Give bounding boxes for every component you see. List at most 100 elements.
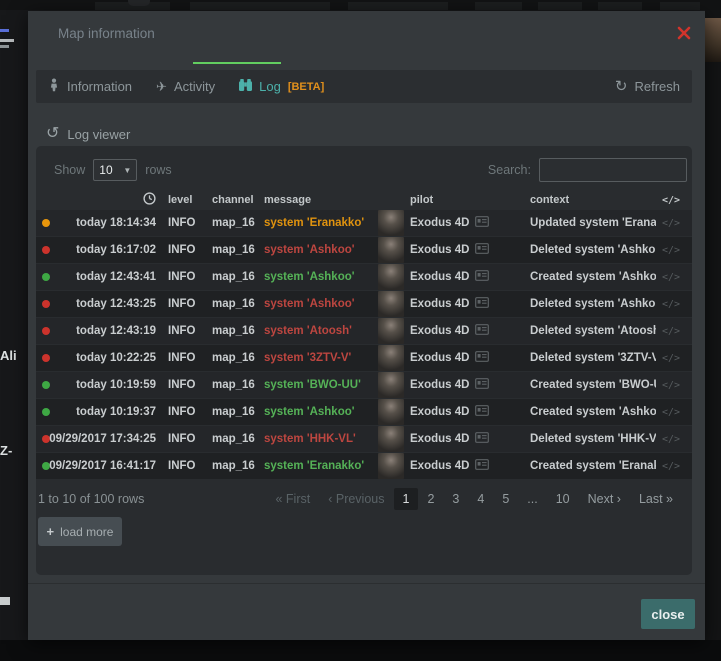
code-cell[interactable]: </> <box>656 460 692 472</box>
pagination-first[interactable]: « First <box>266 488 319 510</box>
pilot-cell: Exodus 4D <box>407 216 517 230</box>
table-row[interactable]: today 10:19:37 INFO map_16 system 'Ashko… <box>36 399 692 425</box>
code-cell[interactable]: </> <box>656 433 692 445</box>
channel-cell: map_16 <box>201 325 254 337</box>
background-decoration <box>0 597 10 605</box>
tab-log[interactable]: Log [BETA] <box>239 79 324 94</box>
context-cell: Deleted system 'Ashkoo' ... <box>517 244 656 256</box>
id-card-icon[interactable] <box>475 243 489 257</box>
pilot-cell: Exodus 4D <box>407 378 517 392</box>
pagination-page-1[interactable]: 1 <box>394 488 419 510</box>
tab-activity[interactable]: ✈ Activity <box>156 79 215 94</box>
status-dot-icon <box>42 327 50 335</box>
background-decoration <box>348 2 448 10</box>
table-row[interactable]: 09/29/2017 16:41:17 INFO map_16 system '… <box>36 453 692 479</box>
id-card-icon[interactable] <box>475 405 489 419</box>
dialog-footer: close <box>28 583 705 640</box>
pilot-name: Exodus 4D <box>410 433 469 445</box>
context-cell: Created system 'Ashkoo' ... <box>517 406 656 418</box>
history-icon: ↺ <box>46 126 59 142</box>
table-row[interactable]: today 10:22:25 INFO map_16 system '3ZTV-… <box>36 345 692 371</box>
channel-cell: map_16 <box>201 406 254 418</box>
pagination-previous[interactable]: ‹ Previous <box>319 488 393 510</box>
pagination-bar: 1 to 10 of 100 rows « First ‹ Previous 1… <box>36 488 692 510</box>
load-more-button[interactable]: + load more <box>38 517 122 546</box>
tab-information[interactable]: Information <box>48 78 132 95</box>
code-cell[interactable]: </> <box>656 298 692 310</box>
table-row[interactable]: today 12:43:25 INFO map_16 system 'Ashko… <box>36 291 692 317</box>
avatar-cell <box>375 318 407 344</box>
channel-column-header[interactable]: channel <box>201 194 254 206</box>
table-row[interactable]: 09/29/2017 17:34:25 INFO map_16 system '… <box>36 426 692 452</box>
table-row[interactable]: today 12:43:41 INFO map_16 system 'Ashko… <box>36 264 692 290</box>
page-size-select[interactable]: 10 ▼ <box>93 159 137 181</box>
context-cell: Deleted system '3ZTV-V' #... <box>517 352 656 364</box>
code-cell[interactable]: </> <box>656 325 692 337</box>
pilot-avatar <box>378 426 404 452</box>
table-row[interactable]: today 10:19:59 INFO map_16 system 'BWO-U… <box>36 372 692 398</box>
code-icon: </> <box>662 272 680 283</box>
pilot-column-header[interactable]: pilot <box>407 194 517 206</box>
channel-cell: map_16 <box>201 298 254 310</box>
level-cell: INFO <box>156 325 201 337</box>
message-cell: system '3ZTV-V' <box>254 352 375 364</box>
channel-cell: map_16 <box>201 244 254 256</box>
refresh-button[interactable]: ↻ Refresh <box>615 79 680 94</box>
loading-progress-bar <box>193 62 281 64</box>
id-card-icon[interactable] <box>475 216 489 230</box>
pagination-last[interactable]: Last » <box>630 488 682 510</box>
tab-label: Log <box>259 79 281 94</box>
message-cell: system 'BWO-UU' <box>254 379 375 391</box>
table-controls: Show 10 ▼ rows Search: <box>36 146 692 182</box>
table-row[interactable]: today 12:43:19 INFO map_16 system 'Atoos… <box>36 318 692 344</box>
code-cell[interactable]: </> <box>656 217 692 229</box>
id-card-icon[interactable] <box>475 351 489 365</box>
timestamp-column-header[interactable] <box>56 192 156 208</box>
pilot-cell: Exodus 4D <box>407 297 517 311</box>
pagination-page-2[interactable]: 2 <box>418 488 443 510</box>
channel-cell: map_16 <box>201 217 254 229</box>
pilot-avatar <box>378 291 404 317</box>
timestamp-cell: today 10:22:25 <box>56 352 156 364</box>
message-column-header[interactable]: message <box>254 194 375 206</box>
pagination-next[interactable]: Next › <box>579 488 630 510</box>
pilot-cell: Exodus 4D <box>407 243 517 257</box>
id-card-icon[interactable] <box>475 378 489 392</box>
pagination-ellipsis[interactable]: ... <box>518 488 546 510</box>
pagination-page-3[interactable]: 3 <box>443 488 468 510</box>
id-card-icon[interactable] <box>475 324 489 338</box>
message-cell: system 'Ashkoo' <box>254 244 375 256</box>
search-input[interactable] <box>539 158 687 182</box>
close-icon[interactable] <box>677 26 691 40</box>
background-decoration <box>0 39 14 42</box>
code-cell[interactable]: </> <box>656 379 692 391</box>
code-cell[interactable]: </> <box>656 244 692 256</box>
id-card-icon[interactable] <box>475 459 489 473</box>
status-dot-icon <box>42 408 50 416</box>
pagination-controls: « First ‹ Previous 12345...10 Next › Las… <box>266 488 682 510</box>
code-cell[interactable]: </> <box>656 271 692 283</box>
background-decoration <box>705 10 721 640</box>
table-row[interactable]: today 16:17:02 INFO map_16 system 'Ashko… <box>36 237 692 263</box>
code-cell[interactable]: </> <box>656 352 692 364</box>
level-cell: INFO <box>156 379 201 391</box>
message-cell: system 'Ashkoo' <box>254 298 375 310</box>
pilot-avatar <box>378 453 404 479</box>
pagination-page-10[interactable]: 10 <box>547 488 579 510</box>
id-card-icon[interactable] <box>475 270 489 284</box>
table-row[interactable]: today 18:14:34 INFO map_16 system 'Erana… <box>36 210 692 236</box>
context-column-header[interactable]: context <box>517 194 656 206</box>
refresh-icon: ↻ <box>615 79 628 94</box>
background-decoration <box>598 2 642 10</box>
pagination-page-4[interactable]: 4 <box>468 488 493 510</box>
id-card-icon[interactable] <box>475 432 489 446</box>
context-cell: Created system 'BWO-UU'... <box>517 379 656 391</box>
background-map-route-line <box>0 29 9 32</box>
code-cell[interactable]: </> <box>656 406 692 418</box>
code-icon: </> <box>662 195 680 206</box>
level-column-header[interactable]: level <box>156 194 201 206</box>
timestamp-cell: today 10:19:37 <box>56 406 156 418</box>
id-card-icon[interactable] <box>475 297 489 311</box>
pagination-page-5[interactable]: 5 <box>493 488 518 510</box>
close-button[interactable]: close <box>641 599 695 629</box>
